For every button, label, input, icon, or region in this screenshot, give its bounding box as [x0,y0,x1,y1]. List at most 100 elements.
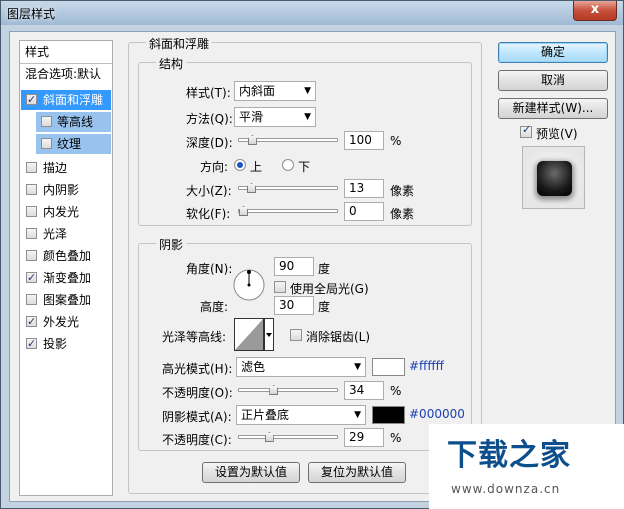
chevron-down-icon: ▼ [354,410,361,420]
title-bar: 图层样式 x [1,1,623,25]
highlight-opacity-field[interactable]: 34 [344,381,384,400]
chevron-down-icon: ▼ [304,86,311,96]
set-default-button[interactable]: 设置为默认值 [202,462,300,483]
angle-label: 角度(N): [186,262,233,276]
shadow-opacity-label: 不透明度(C): [162,433,232,447]
direction-label: 方向: [200,160,229,174]
soften-slider[interactable] [238,206,338,216]
altitude-field[interactable]: 30 [274,296,314,315]
gradient-overlay-checkbox[interactable] [26,268,37,288]
direction-down-label: 下 [298,160,311,174]
style-item-outer-glow[interactable]: 外发光 [21,312,111,332]
style-item-color-overlay[interactable]: 颜色叠加 [21,246,111,266]
anti-alias-checkbox[interactable] [290,329,302,341]
close-button[interactable]: x [573,1,617,21]
style-item-contour[interactable]: 等高线 [36,112,111,132]
anti-alias-label: 消除锯齿(L) [306,330,371,344]
style-item-satin[interactable]: 光泽 [21,224,111,244]
highlight-mode-label: 高光模式(H): [162,362,233,376]
shadow-color-swatch[interactable] [372,406,405,424]
angle-field[interactable]: 90 [274,257,314,276]
size-label: 大小(Z): [186,184,232,198]
preview-swatch [537,161,572,196]
shading-title: 阴影 [156,236,187,253]
style-preview [522,146,585,209]
shadow-opacity-unit: % [390,431,402,445]
angle-dial[interactable] [232,268,266,302]
highlight-opacity-label: 不透明度(O): [162,386,233,400]
drop-shadow-checkbox[interactable] [26,334,37,354]
global-light-checkbox[interactable] [274,281,286,293]
style-item-inner-shadow[interactable]: 内阴影 [21,180,111,200]
window-title: 图层样式 [7,7,56,21]
pattern-overlay-checkbox[interactable] [26,294,37,305]
style-item-texture[interactable]: 纹理 [36,134,111,154]
direction-up-label: 上 [250,160,263,174]
global-light-label: 使用全局光(G) [290,282,369,296]
ok-button[interactable]: 确定 [498,42,608,63]
gloss-contour-label: 光泽等高线: [162,330,227,344]
style-list-header: 样式 [25,45,50,59]
bevel-checkbox[interactable] [26,90,37,110]
highlight-opacity-slider[interactable] [238,385,338,395]
style-item-gradient-overlay[interactable]: 渐变叠加 [21,268,111,288]
chevron-down-icon: ▼ [354,362,361,372]
angle-unit: 度 [318,262,331,276]
depth-unit: % [390,134,402,148]
method-label: 方法(Q): [186,112,233,126]
inner-shadow-checkbox[interactable] [26,184,37,195]
contour-checkbox[interactable] [41,116,52,127]
style-item-pattern-overlay[interactable]: 图案叠加 [21,290,111,310]
shadow-color-hex: #000000 [409,407,465,421]
size-slider[interactable] [238,183,338,193]
watermark-title: 下载之家 [447,438,571,473]
size-unit: 像素 [390,184,415,198]
stroke-checkbox[interactable] [26,162,37,173]
style-label: 样式(T): [186,86,231,100]
bevel-style-select[interactable]: 内斜面 ▼ [234,81,316,101]
depth-label: 深度(D): [186,136,233,150]
style-item-bevel[interactable]: 斜面和浮雕 [21,90,111,110]
direction-down-radio[interactable] [282,159,294,171]
technique-select[interactable]: 平滑 ▼ [234,107,316,127]
satin-checkbox[interactable] [26,228,37,239]
altitude-unit: 度 [318,300,331,314]
style-item-stroke[interactable]: 描边 [21,158,111,178]
shadow-mode-select[interactable]: 正片叠底 ▼ [236,405,366,425]
style-list: 样式 混合选项:默认 斜面和浮雕 等高线 纹理 描边 [19,40,113,496]
inner-glow-checkbox[interactable] [26,206,37,217]
chevron-down-icon: ▼ [304,112,311,122]
highlight-mode-select[interactable]: 滤色 ▼ [236,357,366,377]
style-item-inner-glow[interactable]: 内发光 [21,202,111,222]
reset-default-button[interactable]: 复位为默认值 [308,462,406,483]
shadow-mode-label: 阴影模式(A): [162,410,232,424]
altitude-label: 高度: [200,300,229,314]
structure-title: 结构 [156,55,187,72]
new-style-button[interactable]: 新建样式(W)... [498,98,608,119]
size-field[interactable]: 13 [344,179,384,198]
bevel-emboss-title: 斜面和浮雕 [146,35,213,52]
highlight-color-hex: #ffffff [409,359,444,373]
soften-unit: 像素 [390,207,415,221]
highlight-opacity-unit: % [390,384,402,398]
highlight-color-swatch[interactable] [372,358,405,376]
watermark: 下载之家 www.downza.cn [429,424,624,509]
color-overlay-checkbox[interactable] [26,250,37,261]
depth-field[interactable]: 100 [344,131,384,150]
blending-options-item[interactable]: 混合选项:默认 [21,64,111,84]
layer-style-dialog: 图层样式 x 样式 混合选项:默认 斜面和浮雕 等高线 纹理 [0,0,624,509]
direction-up-radio[interactable] [234,159,246,171]
cancel-button[interactable]: 取消 [498,70,608,91]
watermark-url: www.downza.cn [451,482,561,496]
preview-checkbox[interactable] [520,123,532,138]
shadow-opacity-slider[interactable] [238,432,338,442]
outer-glow-checkbox[interactable] [26,312,37,332]
soften-field[interactable]: 0 [344,202,384,221]
texture-checkbox[interactable] [41,138,52,149]
shadow-opacity-field[interactable]: 29 [344,428,384,447]
soften-label: 软化(F): [186,207,231,221]
style-item-drop-shadow[interactable]: 投影 [21,334,111,354]
depth-slider[interactable] [238,135,338,145]
preview-label: 预览(V) [536,127,578,141]
gloss-contour-picker[interactable] [234,318,274,352]
